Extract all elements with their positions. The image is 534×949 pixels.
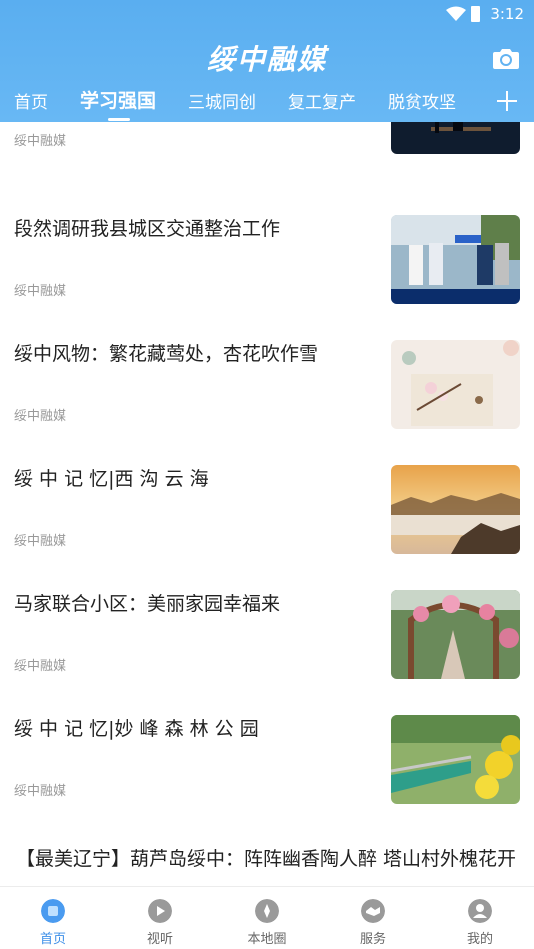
channel-tabs: 首页 学习强国 三城同创 复工复产 脱贫攻坚 [0, 86, 534, 121]
wifi-icon [446, 6, 466, 21]
active-tab-indicator [108, 118, 130, 121]
play-icon [148, 899, 172, 923]
nav-local[interactable]: 本地圈 [227, 887, 307, 949]
news-source: 绥中融媒 [14, 134, 67, 149]
news-item[interactable]: 绥中风物：繁花藏莺处，杏花吹作雪 绥中融媒 [0, 327, 534, 452]
add-channel-icon[interactable] [496, 90, 518, 112]
news-title: 绥 中 记 忆|妙 峰 森 林 公 园 [14, 718, 259, 740]
news-item-wide[interactable]: 【最美辽宁】葫芦岛绥中：阵阵幽香陶人醉 塔山村外槐花开 [0, 844, 534, 886]
battery-icon [471, 6, 480, 22]
nav-media[interactable]: 视听 [120, 887, 200, 949]
news-source: 绥中融媒 [14, 534, 67, 549]
news-source: 绥中融媒 [14, 284, 67, 299]
news-title: 段然调研我县城区交通整治工作 [14, 218, 281, 240]
news-item[interactable]: 绥 中 记 忆|妙 峰 森 林 公 园 绥中融媒 [0, 702, 534, 827]
user-icon [468, 899, 492, 923]
news-item[interactable]: 绥 中 记 忆|西 沟 云 海 绥中融媒 [0, 452, 534, 577]
nav-service[interactable]: 服务 [333, 887, 413, 949]
news-title: 绥 中 记 忆|西 沟 云 海 [14, 468, 209, 490]
tab-tuopin[interactable]: 脱贫攻坚 [388, 88, 456, 113]
camera-icon[interactable] [492, 46, 520, 70]
tab-fugong[interactable]: 复工复产 [288, 88, 356, 113]
news-item[interactable]: 马家联合小区：美丽家园幸福来 绥中融媒 [0, 577, 534, 702]
bottom-nav: 首页 视听 本地圈 服务 我的 [0, 886, 534, 949]
news-source: 绥中融媒 [14, 784, 67, 799]
news-thumbnail [391, 122, 520, 154]
compass-icon [255, 899, 279, 923]
tab-sancheng[interactable]: 三城同创 [188, 88, 256, 113]
status-time: 3:12 [490, 5, 524, 23]
nav-home[interactable]: 首页 [13, 887, 93, 949]
tab-home[interactable]: 首页 [14, 88, 48, 113]
home-icon [41, 899, 65, 923]
nav-label: 视听 [146, 932, 173, 947]
nav-label: 服务 [359, 932, 386, 947]
news-source: 绥中融媒 [14, 659, 67, 674]
news-item[interactable]: 段然调研我县城区交通整治工作 绥中融媒 [0, 202, 534, 327]
news-thumbnail [391, 215, 520, 304]
app-logo: 绥中融媒 [206, 43, 327, 76]
news-source: 绥中融媒 [14, 409, 67, 424]
news-thumbnail [391, 340, 520, 429]
news-title: 【最美辽宁】葫芦岛绥中：阵阵幽香陶人醉 塔山村外槐花开 [16, 848, 517, 870]
nav-label: 首页 [39, 932, 66, 947]
news-thumbnail [391, 590, 520, 679]
nav-label: 本地圈 [247, 932, 287, 947]
status-bar: 3:12 [0, 0, 534, 30]
nav-label: 我的 [466, 932, 493, 947]
news-thumbnail [391, 465, 520, 554]
news-title: 马家联合小区：美丽家园幸福来 [14, 593, 281, 615]
handshake-icon [361, 899, 385, 923]
news-thumbnail [391, 715, 520, 804]
nav-mine[interactable]: 我的 [440, 887, 520, 949]
news-feed: 绥中融媒 段然调研我县城区交通整治工作 绥中融媒 绥中风物：繁花藏莺处，杏花吹作… [0, 122, 534, 886]
news-item[interactable]: 绥中融媒 [0, 122, 534, 177]
news-title: 绥中风物：繁花藏莺处，杏花吹作雪 [14, 343, 319, 365]
tab-xuexi[interactable]: 学习强国 [80, 86, 156, 113]
app-header: 3:12 绥中融媒 首页 学习强国 三城同创 复工复产 脱贫攻坚 [0, 0, 534, 122]
